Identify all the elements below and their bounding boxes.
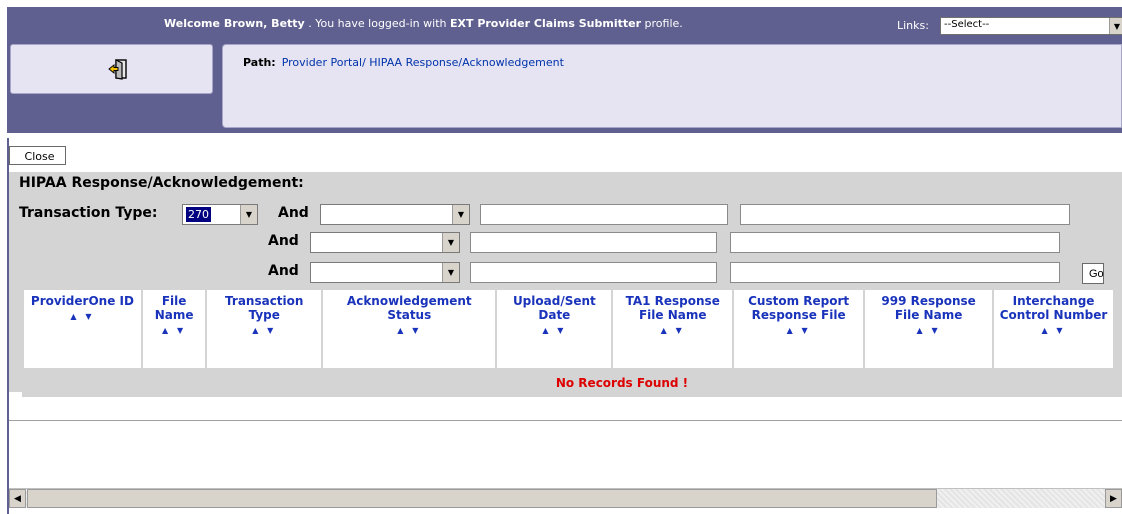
no-records-row: No Records Found ! [22, 373, 1122, 396]
welcome-prefix: Welcome [164, 17, 224, 30]
arrow-right-icon[interactable]: ▶ [1105, 489, 1122, 508]
operator-input-3[interactable] [470, 262, 717, 283]
value-input-3[interactable] [730, 262, 1060, 283]
column-header[interactable]: 999 Response File Name ▲ ▼ [863, 288, 995, 370]
chevron-down-icon[interactable]: ▼ [442, 263, 459, 282]
column-header[interactable]: Upload/Sent Date ▲ ▼ [495, 288, 614, 370]
operator-input-2[interactable] [470, 232, 717, 253]
and-label-1: And [278, 205, 309, 221]
column-header[interactable]: File Name ▲ ▼ [140, 288, 208, 370]
sort-arrows-icon[interactable]: ▲ ▼ [615, 324, 730, 338]
welcome-message: Welcome Brown, Betty . You have logged-i… [164, 17, 683, 30]
column-header[interactable]: Custom Report Response File ▲ ▼ [732, 288, 866, 370]
close-button[interactable]: Close [9, 146, 66, 165]
value-input-1[interactable] [740, 204, 1070, 225]
chevron-down-icon[interactable]: ▼ [240, 205, 257, 224]
field-select-2[interactable]: ▼ [310, 232, 460, 253]
column-header[interactable]: Interchange Control Number ▲ ▼ [992, 288, 1115, 370]
value-input-2[interactable] [730, 232, 1060, 253]
operator-input-1[interactable] [480, 204, 728, 225]
path-panel: Path: Provider Portal/ HIPAA Response/Ack… [222, 44, 1122, 128]
sort-arrows-icon[interactable]: ▲ ▼ [145, 324, 203, 338]
exit-button[interactable] [10, 44, 213, 94]
scrollbar-thumb[interactable] [27, 489, 937, 508]
sort-arrows-icon[interactable]: ▲ ▼ [996, 324, 1111, 338]
and-label-3: And [268, 263, 299, 279]
sort-arrows-icon[interactable]: ▲ ▼ [736, 324, 861, 338]
sort-arrows-icon[interactable]: ▲ ▼ [499, 324, 609, 338]
field-select-1[interactable]: ▼ [320, 204, 470, 225]
path-breadcrumb[interactable]: Provider Portal/ HIPAA Response/Acknowle… [282, 56, 564, 69]
sort-arrows-icon[interactable]: ▲ ▼ [26, 310, 139, 324]
exit-door-icon[interactable] [107, 57, 131, 81]
results-table: ProviderOne ID ▲ ▼ File Name ▲ ▼ Transacti… [22, 288, 1115, 370]
column-header[interactable]: TA1 Response File Name ▲ ▼ [611, 288, 735, 370]
arrow-left-icon[interactable]: ◀ [9, 489, 26, 508]
column-header[interactable]: ProviderOne ID ▲ ▼ [22, 288, 143, 370]
and-label-2: And [268, 233, 299, 249]
no-records-message: No Records Found ! [555, 376, 689, 390]
section-title: HIPAA Response/Acknowledgement: [19, 175, 304, 191]
welcome-suffix: profile. [641, 17, 683, 30]
sort-arrows-icon[interactable]: ▲ ▼ [209, 324, 319, 338]
column-header[interactable]: Transaction Type ▲ ▼ [205, 288, 324, 370]
welcome-middle: . You have logged-in with [304, 17, 450, 30]
chevron-down-icon[interactable]: ▼ [452, 205, 469, 224]
chevron-down-icon[interactable]: ▼ [1109, 18, 1122, 34]
links-select[interactable]: --Select-- ▼ [940, 17, 1122, 35]
table-header-row: ProviderOne ID ▲ ▼ File Name ▲ ▼ Transacti… [22, 288, 1115, 370]
links-label: Links: [897, 19, 929, 32]
field-select-3[interactable]: ▼ [310, 262, 460, 283]
profile-name: EXT Provider Claims Submitter [449, 17, 642, 30]
user-name: Brown, Betty [223, 17, 305, 30]
divider [9, 420, 1122, 421]
transaction-type-value: 270 [186, 207, 211, 222]
horizontal-scrollbar[interactable]: ◀ ▶ [9, 488, 1122, 508]
sort-arrows-icon[interactable]: ▲ ▼ [867, 324, 990, 338]
column-header[interactable]: Acknowledgement Status ▲ ▼ [321, 288, 498, 370]
chevron-down-icon[interactable]: ▼ [442, 233, 459, 252]
top-header-bar: Welcome Brown, Betty . You have logged-i… [7, 7, 1122, 41]
path-label: Path: [243, 56, 276, 69]
transaction-type-label: Transaction Type: [19, 205, 158, 221]
transaction-type-select[interactable]: 270 ▼ [182, 204, 258, 225]
links-select-value: --Select-- [944, 19, 990, 30]
go-button[interactable]: Go [1082, 263, 1104, 284]
sort-arrows-icon[interactable]: ▲ ▼ [325, 324, 493, 338]
